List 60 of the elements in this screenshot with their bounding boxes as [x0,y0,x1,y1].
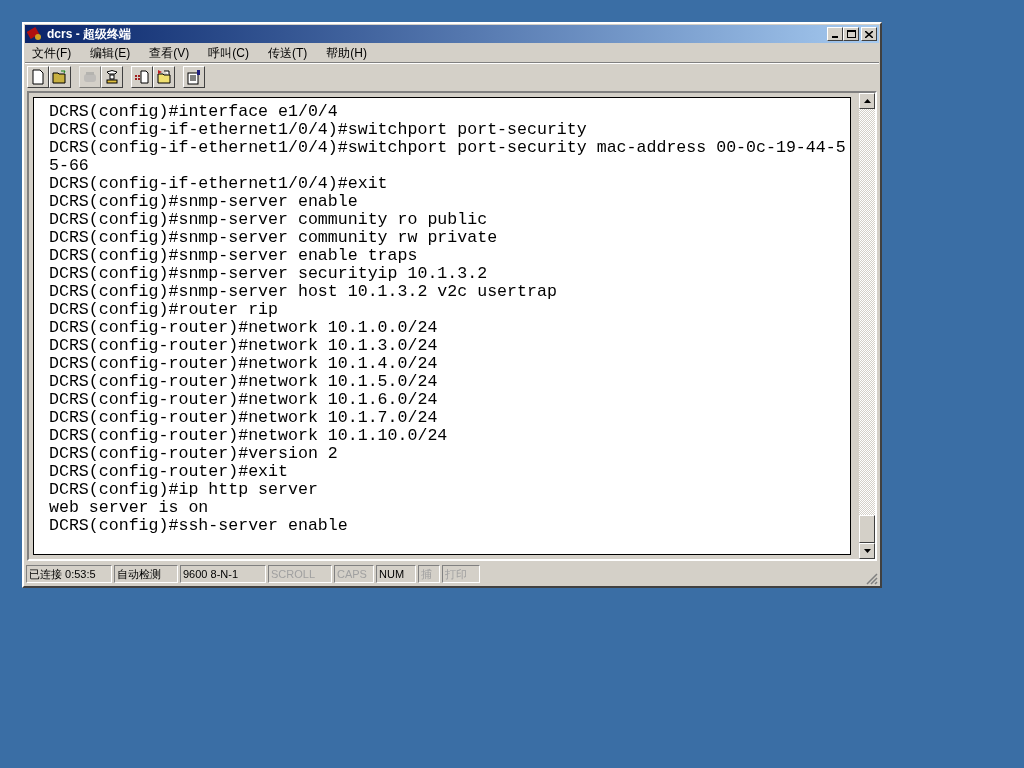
menu-item[interactable]: 编辑(E) [87,43,134,62]
toolbar-button[interactable] [101,65,123,88]
terminal-line: DCRS(config-router)#network 10.1.4.0/24 [49,355,438,373]
terminal-line: DCRS(config)#snmp-server community rw private [49,229,498,247]
toolbar-button[interactable] [27,65,49,88]
terminal-line: DCRS(config-router)#network 10.1.6.0/24 [49,391,438,409]
terminal-line: DCRS(config-if-ethernet1/0/4)#switchport port-security [49,121,587,139]
terminal-line: DCRS(config-router)#exit [49,463,288,481]
toolbar-button[interactable] [131,65,153,88]
status-field: 自动检测 [114,565,178,583]
window-title: dcrs - 超级终端 [47,28,131,40]
scroll-down-button[interactable] [859,543,875,559]
scroll-up-button[interactable] [859,93,875,109]
terminal-line: DCRS(config)#router rip [49,301,279,319]
new-document-icon [30,68,46,85]
status-field: 已连接 0:53:5 [26,565,112,583]
terminal-line: DCRS(config-router)#network 10.1.5.0/24 [49,373,438,391]
terminal-line: web server is on [49,499,209,517]
minimize-button[interactable] [827,27,843,41]
terminal-line: DCRS(config)#snmp-server community ro public [49,211,488,229]
menu-item[interactable]: 文件(F) [29,43,75,62]
terminal-line: DCRS(config-router)#network 10.1.7.0/24 [49,409,438,427]
toolbar-button[interactable] [183,65,205,88]
terminal-line: DCRS(config-router)#version 2 [49,445,338,463]
terminal-line: DCRS(config)#ssh-server enable [49,517,348,535]
status-field: NUM [376,565,416,583]
receive-file-icon [156,68,172,85]
phone-icon [104,68,120,85]
terminal-line: DCRS(config)#interface e1/0/4 [49,103,338,121]
vertical-scrollbar[interactable] [859,93,875,559]
status-field: 9600 8-N-1 [180,565,266,583]
toolbar-button[interactable] [153,65,175,88]
terminal-line: DCRS(config)#snmp-server enable traps [49,247,418,265]
send-file-icon [134,68,150,85]
terminal-screen[interactable] [33,97,851,555]
close-icon [865,30,873,38]
toolbar-button[interactable] [49,65,71,88]
terminal-line: DCRS(config)#snmp-server host 10.1.3.2 v2c usertrap [49,283,557,301]
down-arrow-icon [863,549,871,553]
terminal-line: DCRS(config-if-ethernet1/0/4)#exit [49,175,388,193]
menu-item[interactable]: 传送(T) [265,43,311,62]
terminal-line: DCRS(config)#ip http server [49,481,318,499]
terminal-line: DCRS(config)#snmp-server enable [49,193,358,211]
folder-icon [52,68,68,85]
terminal-line: DCRS(config-router)#network 10.1.3.0/24 [49,337,438,355]
properties-icon [186,68,202,85]
up-arrow-icon [863,99,871,103]
terminal-line: DCRS(config)#snmp-server securityip 10.1.3.2 [49,265,488,283]
resize-grip-icon[interactable] [866,573,878,585]
terminal-line: 5-66 [49,157,89,175]
scroll-thumb[interactable] [859,515,875,543]
terminal-line: DCRS(config-if-ethernet1/0/4)#switchport port-security mac-address 00-0c-19-44-5 [49,139,846,157]
terminal-line: DCRS(config-router)#network 10.1.0.0/24 [49,319,438,337]
terminal-line: DCRS(config-router)#network 10.1.10.0/24 [49,427,448,445]
menu-item[interactable]: 帮助(H) [323,43,370,62]
maximize-button[interactable] [843,27,859,41]
app-icon [27,27,43,41]
menu-item[interactable]: 呼叫(C) [205,43,252,62]
menu-item[interactable]: 查看(V) [146,43,193,62]
close-button[interactable] [861,27,877,41]
